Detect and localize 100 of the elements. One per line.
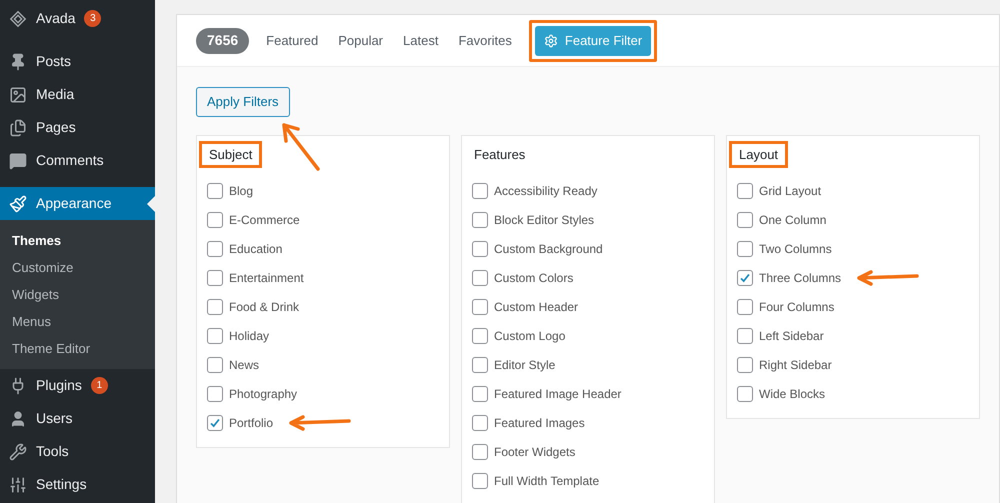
theme-count: 7656 — [196, 28, 250, 54]
sidebar-item[interactable]: Tools — [0, 435, 155, 468]
wrench-icon — [9, 442, 27, 460]
option-label: Featured Images — [494, 414, 585, 432]
checkbox[interactable] — [472, 298, 488, 314]
checkbox[interactable] — [737, 182, 753, 198]
checkbox[interactable] — [207, 270, 223, 286]
filter-tab[interactable]: Latest — [400, 30, 442, 50]
count-badge: 1 — [90, 377, 108, 394]
option-label: Featured Image Header — [494, 386, 622, 402]
user-icon — [9, 410, 27, 428]
option-label: Photography — [229, 386, 298, 402]
checkbox[interactable] — [472, 356, 488, 372]
sidebar-item[interactable]: Media — [0, 78, 155, 111]
option-label: Editor Style — [494, 356, 556, 374]
pin-icon — [9, 52, 27, 70]
option-label: Holiday — [229, 328, 270, 344]
apply-filters-button[interactable]: Apply Filters — [196, 87, 290, 117]
checkbox[interactable] — [472, 212, 488, 228]
option-label: Three Columns — [759, 270, 842, 286]
group-heading: Features — [473, 146, 526, 164]
submenu-item[interactable]: Theme Editor — [0, 335, 155, 362]
paintbrush-icon — [9, 194, 27, 212]
checkbox[interactable] — [207, 182, 223, 198]
checkbox[interactable] — [737, 240, 753, 256]
option-label: Food & Drink — [229, 298, 300, 316]
sidebar-label: Comments — [36, 151, 104, 170]
checkbox[interactable] — [207, 212, 223, 228]
checkbox[interactable] — [737, 356, 753, 372]
option-label: Entertainment — [229, 270, 304, 286]
sidebar-label: Pages — [36, 118, 76, 137]
count-badge: 3 — [84, 10, 102, 27]
checkbox[interactable] — [207, 414, 223, 430]
checkbox[interactable] — [737, 298, 753, 314]
option-label: Four Columns — [759, 298, 834, 316]
checkbox[interactable] — [207, 386, 223, 402]
option-label: Custom Logo — [494, 328, 566, 344]
option-label: Custom Background — [494, 240, 603, 258]
option-label: Accessibility Ready — [494, 182, 598, 200]
sidebar-item[interactable]: Appearance — [0, 187, 155, 220]
checkbox[interactable] — [737, 270, 753, 286]
sidebar-item[interactable]: Plugins 1 — [0, 369, 155, 402]
submenu-item[interactable]: Menus — [0, 308, 155, 335]
sidebar-item[interactable]: Settings — [0, 468, 155, 501]
submenu-item[interactable]: Customize — [0, 254, 155, 281]
speech-bubble-icon — [9, 152, 27, 170]
sidebar-item[interactable]: Users — [0, 402, 155, 435]
checkbox[interactable] — [472, 386, 488, 402]
checkbox[interactable] — [737, 328, 753, 344]
filter-tab[interactable]: Favorites — [455, 30, 515, 50]
checkbox[interactable] — [737, 212, 753, 228]
option-label: Right Sidebar — [759, 356, 832, 374]
option-label: Blog — [229, 182, 254, 200]
annotation-arrow — [855, 270, 920, 286]
sliders-icon — [9, 476, 27, 494]
option-label: Portfolio — [229, 414, 274, 432]
pages-icon — [9, 118, 27, 136]
checkbox[interactable] — [472, 182, 488, 198]
checkbox[interactable] — [737, 386, 753, 402]
option-label: One Column — [759, 212, 826, 228]
option-label: Custom Colors — [494, 270, 574, 286]
option-label: Full Width Template — [494, 472, 600, 490]
media-icon — [9, 86, 27, 104]
submenu-item[interactable]: Widgets — [0, 281, 155, 308]
sidebar-label: Avada — [36, 9, 76, 28]
sidebar-item[interactable]: Comments — [0, 144, 155, 177]
checkbox[interactable] — [207, 240, 223, 256]
checkbox[interactable] — [472, 444, 488, 460]
option-label: Education — [229, 240, 282, 258]
sidebar-item[interactable]: Posts — [0, 45, 155, 78]
layers-icon — [9, 10, 27, 28]
option-label: Grid Layout — [759, 182, 822, 200]
checkbox[interactable] — [472, 270, 488, 286]
checkbox[interactable] — [472, 414, 488, 430]
checkbox[interactable] — [472, 328, 488, 344]
option-label: Custom Header — [494, 298, 578, 316]
option-label: Two Columns — [759, 240, 832, 258]
checkbox[interactable] — [207, 328, 223, 344]
option-label: E-Commerce — [229, 212, 300, 228]
option-label: Left Sidebar — [759, 328, 824, 344]
checkbox[interactable] — [472, 472, 488, 488]
current-pointer — [147, 196, 155, 212]
sidebar-label: Users — [36, 409, 73, 428]
checkbox[interactable] — [207, 298, 223, 314]
annotation-arrow — [287, 414, 352, 430]
option-label: Block Editor Styles — [494, 212, 594, 228]
sidebar-item[interactable]: Avada 3 — [0, 2, 155, 35]
submenu-item[interactable]: Themes — [0, 227, 155, 254]
option-label: News — [229, 356, 260, 374]
sidebar-label: Plugins — [36, 376, 82, 395]
option-label: Wide Blocks — [759, 386, 826, 402]
sidebar-label: Posts — [36, 52, 72, 71]
filter-tab[interactable]: Popular — [335, 30, 386, 50]
checkbox[interactable] — [472, 240, 488, 256]
sidebar-label: Settings — [36, 475, 87, 494]
checkbox[interactable] — [207, 356, 223, 372]
filter-tab[interactable]: Featured — [263, 30, 322, 50]
group-heading: Layout — [729, 141, 788, 168]
sidebar-item[interactable]: Pages — [0, 111, 155, 144]
sidebar-label: Appearance — [36, 194, 112, 213]
